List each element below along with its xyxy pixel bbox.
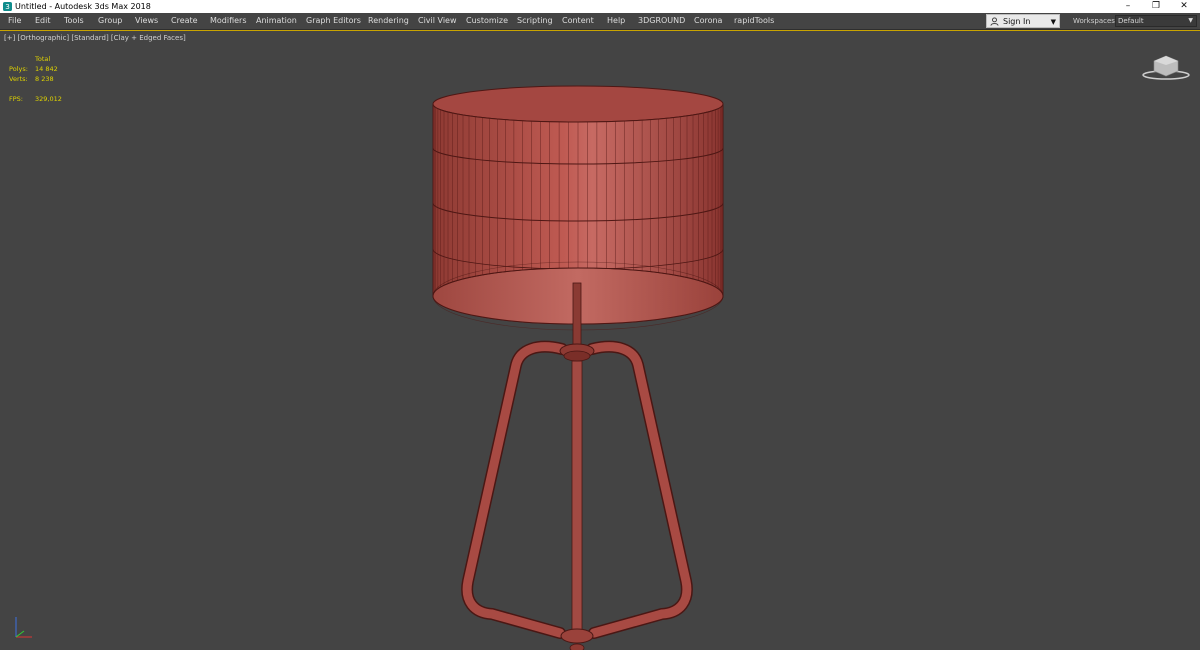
workspaces-label: Workspaces:: [1073, 17, 1118, 25]
window-title: Untitled - Autodesk 3ds Max 2018: [15, 2, 151, 11]
workspace-value: Default: [1118, 17, 1144, 25]
menu-rapidtools[interactable]: rapidTools: [734, 13, 774, 29]
menu-edit[interactable]: Edit: [35, 13, 51, 29]
sign-in-dropdown[interactable]: Sign In ▼: [986, 14, 1060, 28]
menu-bar: File Edit Tools Group Views Create Modif…: [0, 13, 1200, 30]
menu-graph-editors[interactable]: Graph Editors: [306, 13, 361, 29]
menu-modifiers[interactable]: Modifiers: [210, 13, 247, 29]
menu-content[interactable]: Content: [562, 13, 594, 29]
svg-text:3: 3: [5, 2, 10, 11]
close-button[interactable]: ✕: [1170, 0, 1198, 13]
menu-scripting[interactable]: Scripting: [517, 13, 553, 29]
menu-rendering[interactable]: Rendering: [368, 13, 409, 29]
chevron-down-icon: ▼: [1050, 18, 1056, 26]
menu-corona[interactable]: Corona: [694, 13, 722, 29]
minimize-button[interactable]: –: [1114, 0, 1142, 13]
title-bar: 3 Untitled - Autodesk 3ds Max 2018 – ❐ ✕: [0, 0, 1200, 13]
stats-header: Total: [35, 55, 51, 63]
3dsmax-logo-icon: 3: [3, 2, 12, 11]
verts-value: 8 238: [35, 75, 54, 83]
menu-group[interactable]: Group: [98, 13, 122, 29]
workspaces-select[interactable]: Default ▼: [1115, 15, 1197, 27]
polys-value: 14 842: [35, 65, 58, 73]
menu-file[interactable]: File: [8, 13, 21, 29]
menu-animation[interactable]: Animation: [256, 13, 297, 29]
sign-in-label: Sign In: [1003, 17, 1031, 26]
lamp-model-viewport-render[interactable]: [420, 53, 740, 650]
polys-label: Polys:: [9, 65, 28, 73]
maximize-button[interactable]: ❐: [1142, 0, 1170, 13]
perspective-viewport[interactable]: [+] [Orthographic] [Standard] [Clay + Ed…: [0, 30, 1200, 650]
fps-label: FPS:: [9, 95, 23, 103]
viewport-label[interactable]: [+] [Orthographic] [Standard] [Clay + Ed…: [4, 34, 186, 42]
menu-3dground[interactable]: 3DGROUND: [638, 13, 685, 29]
viewcube-icon[interactable]: [1140, 51, 1192, 81]
menu-help[interactable]: Help: [607, 13, 625, 29]
chevron-down-icon: ▼: [1188, 17, 1193, 24]
menu-customize[interactable]: Customize: [466, 13, 508, 29]
menu-tools[interactable]: Tools: [64, 13, 84, 29]
menu-civil-view[interactable]: Civil View: [418, 13, 457, 29]
fps-value: 329,012: [35, 95, 62, 103]
menu-views[interactable]: Views: [135, 13, 158, 29]
menu-create[interactable]: Create: [171, 13, 198, 29]
axis-tripod-icon: [15, 617, 32, 638]
user-icon: [990, 17, 999, 26]
verts-label: Verts:: [9, 75, 28, 83]
